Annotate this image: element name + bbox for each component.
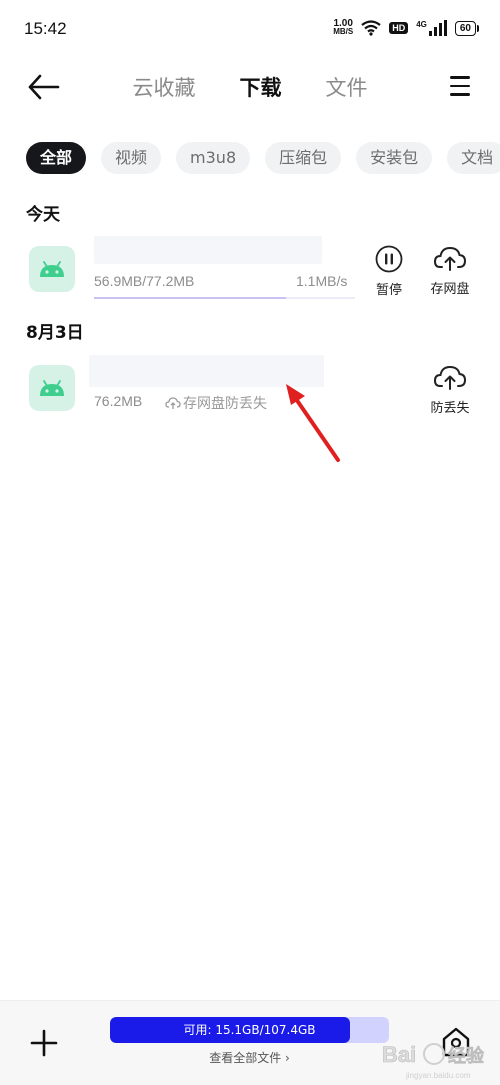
tab-cloud-favorites[interactable]: 云收藏 [111,72,218,102]
download-size: 56.9MB/77.2MB [94,273,195,289]
wifi-icon [361,20,381,36]
svg-text:经验: 经验 [448,1045,485,1067]
download-progress-fill [94,297,287,299]
header: 云收藏 下载 文件 [0,60,500,116]
pause-label: 暂停 [375,283,402,298]
pause-icon [375,245,403,273]
network-speed: 1.00 MB/S [333,19,354,36]
status-bar: 15:42 1.00 MB/S HD 4G 60 [0,0,500,60]
filter-chips: 全部 视频 m3u8 压缩包 安装包 文档 [26,142,500,174]
download-progress-bar [94,297,355,299]
network-speed-unit: MB/S [333,27,354,36]
status-icons: 1.00 MB/S HD 4G 60 [333,19,480,36]
svg-text:jingyan.baidu.com: jingyan.baidu.com [405,1071,471,1080]
prevent-loss-label: 防丢失 [430,401,470,416]
section-title-today: 今天 [26,205,60,225]
storage-text: 可用: 15.1GB/107.4GB [183,1023,316,1037]
chip-video[interactable]: 视频 [101,142,162,174]
baidu-jingyan-watermark: Bai 经验 jingyan.baidu.com [382,1042,486,1080]
save-to-cloud-button[interactable]: 防丢失 [424,363,476,416]
annotation-arrow [286,384,340,462]
hd-badge: HD [389,22,409,34]
android-icon [40,380,64,396]
save-to-cloud-hint[interactable]: 存网盘防丢失 [165,393,267,413]
chip-archive[interactable]: 压缩包 [265,142,342,174]
download-item-active[interactable]: 56.9MB/77.2MB 1.1MB/s 暂停 存网盘 [0,236,500,306]
android-app-icon [29,365,75,411]
android-app-icon [29,246,75,292]
android-icon [40,261,64,277]
signal-label: 4G [416,20,427,29]
chip-document[interactable]: 文档 [447,142,500,174]
battery-icon: 60 [454,20,480,36]
save-to-cloud-button[interactable]: 存网盘 [424,244,476,297]
chip-m3u8[interactable]: m3u8 [176,142,251,174]
pause-button[interactable]: 暂停 [363,245,415,298]
signal-icon: 4G [416,20,447,36]
add-icon[interactable] [28,1027,60,1059]
file-name-redacted [94,236,322,264]
save-to-cloud-label: 存网盘 [430,282,470,297]
cloud-upload-icon [433,246,467,271]
view-all-files-link[interactable]: 查看全部文件 › [110,1049,389,1066]
chip-installer[interactable]: 安装包 [356,142,433,174]
header-tabs: 云收藏 下载 文件 [0,72,500,102]
download-speed: 1.1MB/s [296,273,348,289]
tab-downloads[interactable]: 下载 [218,72,304,102]
status-time: 15:42 [24,19,67,38]
cloud-small-icon [165,397,181,409]
section-title-aug-3: 8月3日 [26,323,84,343]
save-to-cloud-hint-text: 存网盘防丢失 [183,396,267,412]
download-item-completed[interactable]: 76.2MB 存网盘防丢失 防丢失 [0,355,500,425]
chip-all[interactable]: 全部 [26,142,87,174]
svg-text:Bai: Bai [382,1042,416,1067]
menu-icon[interactable] [450,76,470,98]
tab-files[interactable]: 文件 [304,72,390,102]
cloud-upload-icon [433,365,467,390]
file-size: 76.2MB [94,393,143,409]
